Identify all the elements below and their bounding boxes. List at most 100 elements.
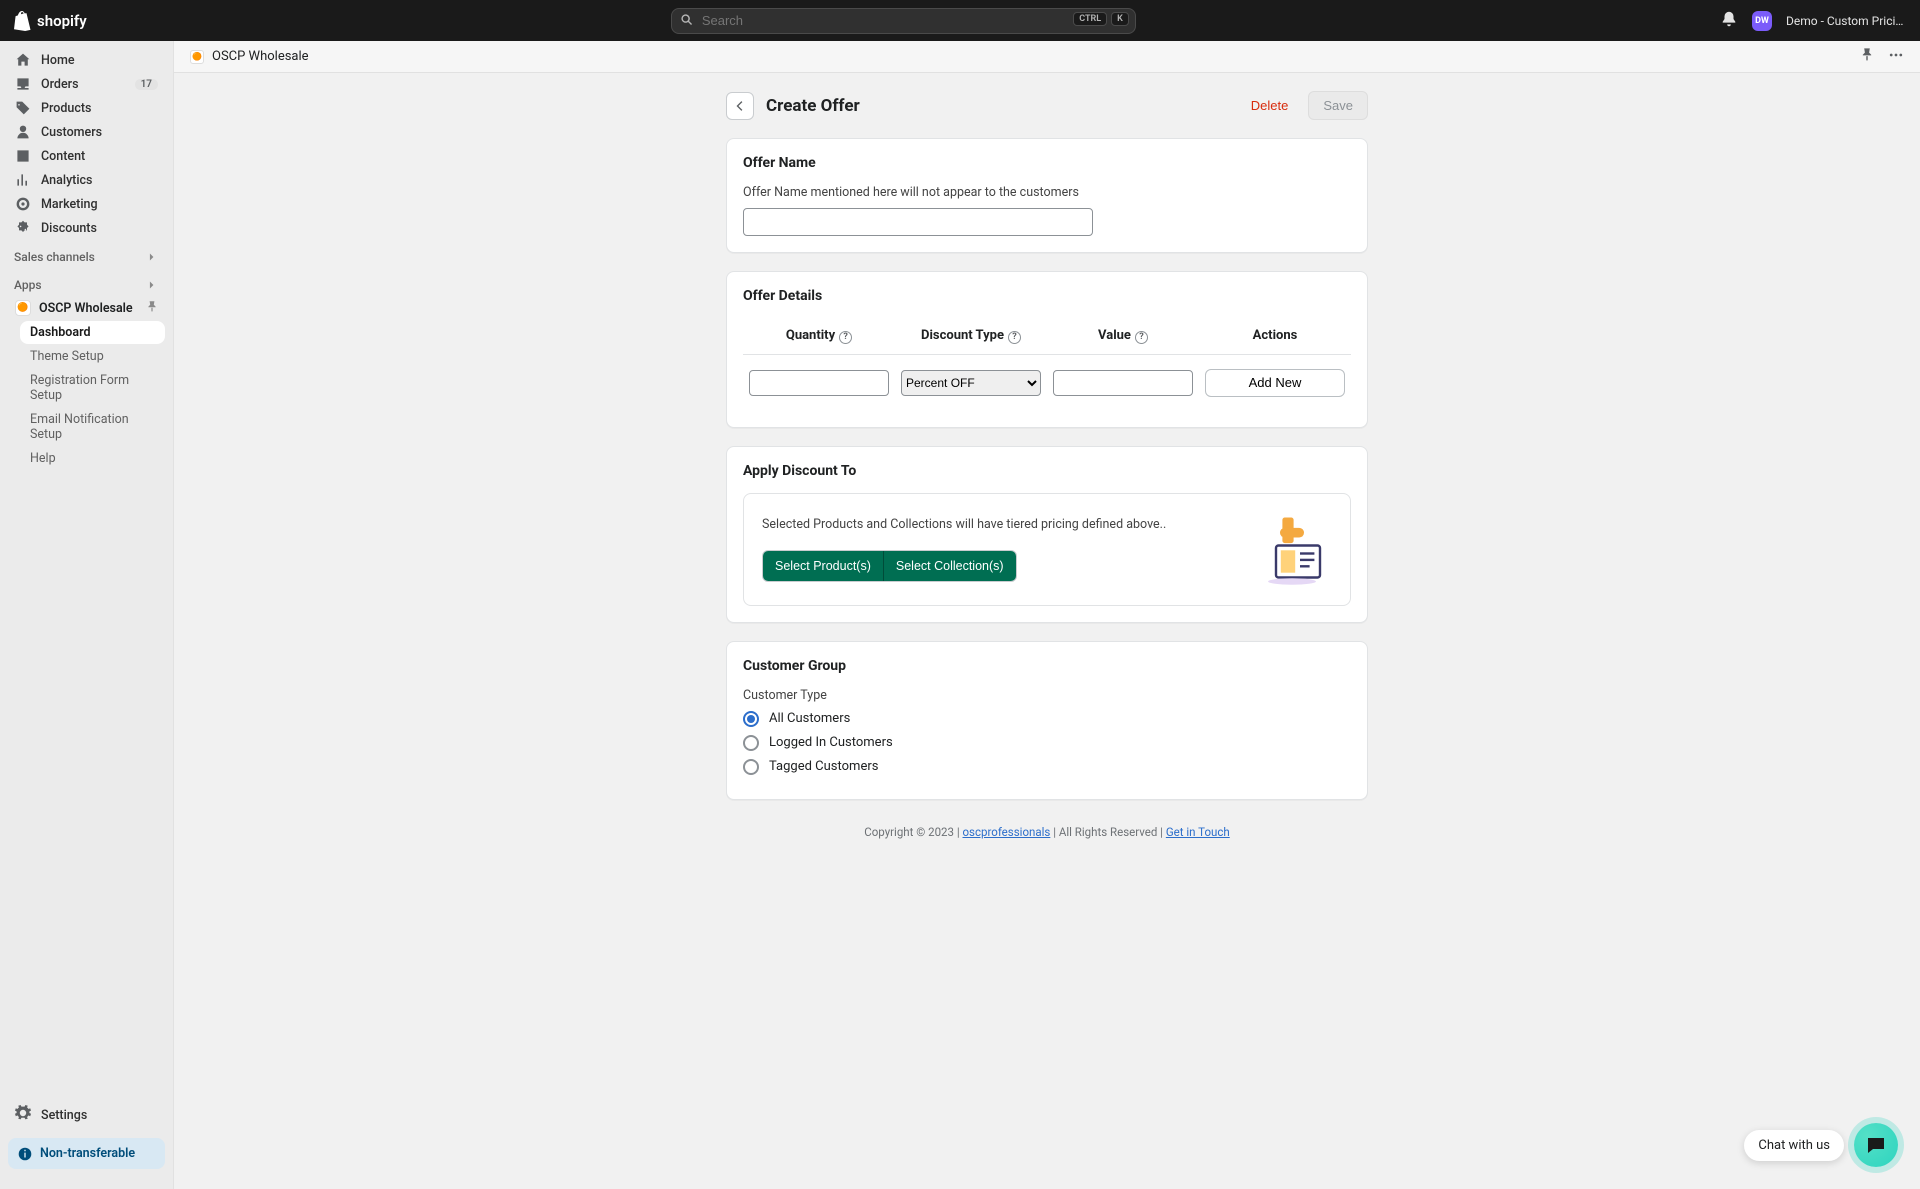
help-icon[interactable]: ? bbox=[839, 331, 852, 344]
card-customer-group: Customer Group Customer Type All Custome… bbox=[726, 641, 1368, 800]
nav-label: Analytics bbox=[41, 173, 93, 188]
chart-icon bbox=[15, 172, 31, 188]
person-icon bbox=[15, 124, 31, 140]
col-discount-type: Discount Type? bbox=[895, 318, 1047, 354]
select-products-button[interactable]: Select Product(s) bbox=[763, 551, 883, 581]
nav-content[interactable]: Content bbox=[8, 144, 165, 168]
subhead: Customer Type bbox=[743, 688, 1351, 703]
card-offer-details: Offer Details Quantity? Discount Type? V… bbox=[726, 271, 1368, 428]
nav-discounts[interactable]: Discounts bbox=[8, 216, 165, 240]
app-header: 🟠 OSCP Wholesale bbox=[174, 41, 1920, 73]
more-icon[interactable] bbox=[1888, 47, 1904, 67]
nav-label: Marketing bbox=[41, 197, 98, 212]
subnav-registration-form[interactable]: Registration Form Setup bbox=[20, 369, 165, 407]
tag-icon bbox=[15, 100, 31, 116]
discount-type-select[interactable]: Percent OFF bbox=[901, 370, 1041, 396]
nav-label: Products bbox=[41, 101, 91, 116]
chevron-right-icon bbox=[145, 250, 159, 264]
kbd-hints: CTRL K bbox=[1073, 12, 1129, 26]
search-icon bbox=[680, 13, 694, 31]
topbar-right: DW Demo - Custom Pricing ... bbox=[1720, 10, 1906, 32]
app-icon: 🟠 bbox=[15, 300, 31, 316]
col-value: Value? bbox=[1047, 318, 1199, 354]
nav-label: Content bbox=[41, 149, 85, 164]
help-icon[interactable]: ? bbox=[1135, 331, 1148, 344]
shopify-logo[interactable]: shopify bbox=[14, 11, 87, 31]
pin-icon[interactable] bbox=[1860, 47, 1874, 67]
footer-link-oscp[interactable]: oscprofessionals bbox=[963, 825, 1051, 839]
radio-label: Tagged Customers bbox=[769, 759, 878, 774]
image-icon bbox=[15, 148, 31, 164]
avatar[interactable]: DW bbox=[1752, 11, 1772, 31]
sidebar: Home Orders 17 Products Customers Conten… bbox=[0, 41, 174, 1189]
nav-label: Orders bbox=[41, 77, 79, 92]
quantity-input[interactable] bbox=[749, 370, 889, 396]
bell-icon[interactable] bbox=[1720, 10, 1738, 32]
radio-logged-in-customers[interactable]: Logged In Customers bbox=[743, 735, 1351, 751]
gear-icon bbox=[15, 1105, 31, 1125]
search-input[interactable] bbox=[671, 8, 1136, 34]
orders-badge: 17 bbox=[135, 79, 158, 90]
card-heading: Customer Group bbox=[743, 658, 1351, 674]
nav-orders[interactable]: Orders 17 bbox=[8, 72, 165, 96]
radio-label: All Customers bbox=[769, 711, 850, 726]
inbox-icon bbox=[15, 76, 31, 92]
section-apps[interactable]: Apps bbox=[0, 268, 173, 296]
chat-label[interactable]: Chat with us bbox=[1744, 1130, 1844, 1161]
store-name[interactable]: Demo - Custom Pricing ... bbox=[1786, 14, 1906, 28]
nav-customers[interactable]: Customers bbox=[8, 120, 165, 144]
non-transferable-pill[interactable]: Non-transferable bbox=[8, 1138, 165, 1169]
card-heading: Apply Discount To bbox=[743, 463, 1351, 479]
radio-icon bbox=[743, 735, 759, 751]
section-sales-channels[interactable]: Sales channels bbox=[0, 240, 173, 268]
app-oscp-wholesale[interactable]: 🟠 OSCP Wholesale bbox=[8, 296, 165, 320]
value-input[interactable] bbox=[1053, 370, 1193, 396]
title-row: Create Offer Delete Save bbox=[726, 91, 1368, 120]
nav-label: Customers bbox=[41, 125, 102, 140]
offer-name-input[interactable] bbox=[743, 208, 1093, 236]
arrow-left-icon bbox=[733, 99, 747, 113]
pin-icon[interactable] bbox=[146, 300, 158, 316]
subnav-help[interactable]: Help bbox=[20, 447, 165, 470]
discount-icon bbox=[15, 220, 31, 236]
card-heading: Offer Name bbox=[743, 155, 1351, 171]
chevron-right-icon bbox=[145, 278, 159, 292]
footer-text: Copyright © 2023 | bbox=[864, 825, 962, 839]
radio-icon bbox=[743, 711, 759, 727]
nav-products[interactable]: Products bbox=[8, 96, 165, 120]
select-button-group: Select Product(s) Select Collection(s) bbox=[762, 550, 1017, 582]
radio-tagged-customers[interactable]: Tagged Customers bbox=[743, 759, 1351, 775]
subnav-email-notification[interactable]: Email Notification Setup bbox=[20, 408, 165, 446]
nav-label: Discounts bbox=[41, 221, 97, 236]
add-new-button[interactable]: Add New bbox=[1205, 369, 1345, 397]
table-row: Percent OFF Add New bbox=[743, 354, 1351, 411]
nav-settings[interactable]: Settings bbox=[8, 1100, 165, 1130]
topbar: shopify CTRL K DW Demo - Custom Pricing … bbox=[0, 0, 1920, 41]
help-icon[interactable]: ? bbox=[1008, 331, 1021, 344]
home-icon bbox=[15, 52, 31, 68]
col-actions: Actions bbox=[1199, 318, 1351, 354]
subnav-theme-setup[interactable]: Theme Setup bbox=[20, 345, 165, 368]
page: 🟠 OSCP Wholesale Create Offer Delete Sav… bbox=[174, 41, 1920, 1189]
delete-button[interactable]: Delete bbox=[1241, 91, 1299, 120]
col-quantity: Quantity? bbox=[743, 318, 895, 354]
app-title: OSCP Wholesale bbox=[212, 49, 309, 64]
nav-home[interactable]: Home bbox=[8, 48, 165, 72]
section-label: Sales channels bbox=[14, 250, 95, 264]
nav-analytics[interactable]: Analytics bbox=[8, 168, 165, 192]
radio-label: Logged In Customers bbox=[769, 735, 893, 750]
select-collections-button[interactable]: Select Collection(s) bbox=[883, 551, 1016, 581]
settings-label: Settings bbox=[41, 1108, 87, 1123]
subnav-dashboard[interactable]: Dashboard bbox=[20, 321, 165, 344]
back-button[interactable] bbox=[726, 92, 754, 120]
chat-fab-button[interactable] bbox=[1854, 1123, 1898, 1167]
hint-text: Offer Name mentioned here will not appea… bbox=[743, 185, 1351, 200]
nav-marketing[interactable]: Marketing bbox=[8, 192, 165, 216]
nav-label: Home bbox=[41, 53, 75, 68]
kbd-k: K bbox=[1111, 12, 1129, 26]
footer-link-contact[interactable]: Get in Touch bbox=[1166, 825, 1230, 839]
card-offer-name: Offer Name Offer Name mentioned here wil… bbox=[726, 138, 1368, 253]
radio-all-customers[interactable]: All Customers bbox=[743, 711, 1351, 727]
save-button[interactable]: Save bbox=[1308, 91, 1368, 120]
chat-widget: Chat with us bbox=[1744, 1123, 1898, 1167]
